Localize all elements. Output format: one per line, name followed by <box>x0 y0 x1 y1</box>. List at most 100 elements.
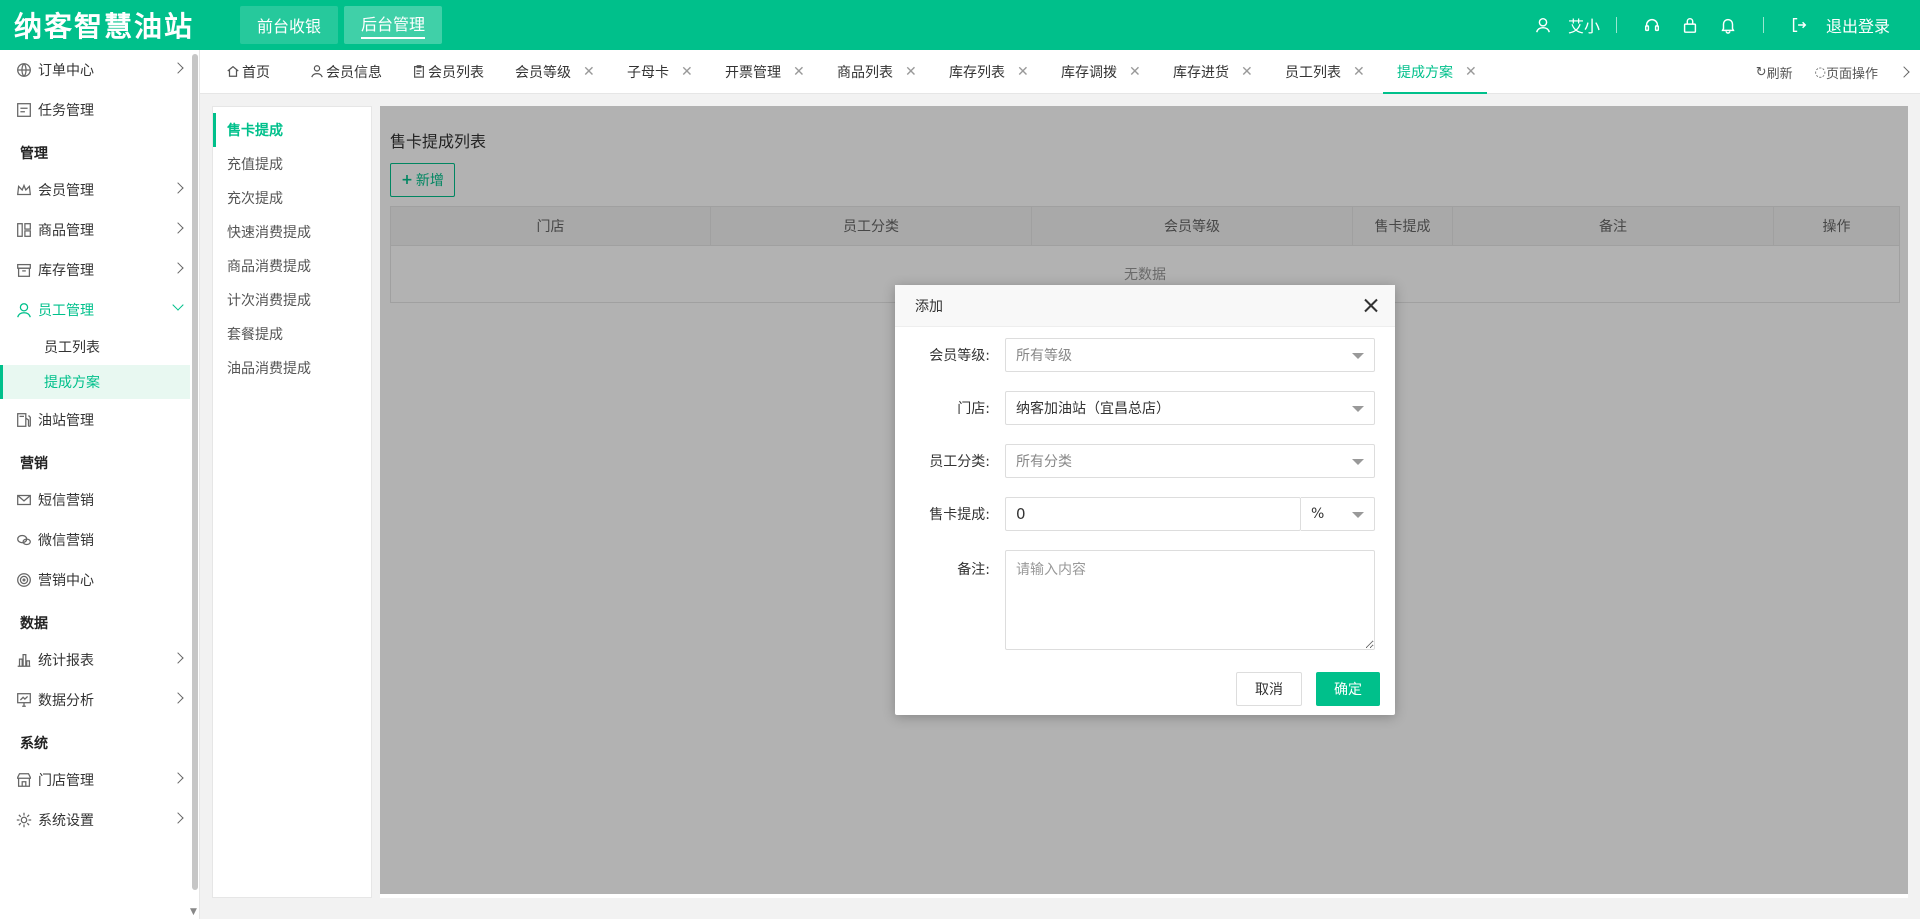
sidebar-item-label: 订单中心 <box>38 63 94 79</box>
sidebar-item-label: 短信营销 <box>38 493 94 509</box>
nav-package[interactable]: 套餐提成 <box>213 317 371 351</box>
nav-count[interactable]: 计次消费提成 <box>213 283 371 317</box>
tab-sub-card[interactable]: 子母卡 ✕ <box>627 50 693 94</box>
nav-quick[interactable]: 快速消费提成 <box>213 215 371 249</box>
sidebar-item-label: 营销中心 <box>38 573 94 589</box>
top-header: 纳客智慧油站 前台收银 后台管理 艾小 退出登录 <box>0 0 1920 50</box>
field-staff-type: 员工分类: 所有分类 <box>895 444 1395 478</box>
confirm-button[interactable]: 确定 <box>1316 672 1380 706</box>
sidebar-item-settings[interactable]: 系统设置 <box>0 802 190 838</box>
back-admin-label: 后台管理 <box>361 11 426 39</box>
headset-icon[interactable] <box>1641 14 1663 36</box>
store-icon <box>14 770 34 790</box>
sidebar-item-wechat[interactable]: 微信营销 <box>0 522 190 558</box>
logout-label: 退出登录 <box>1825 17 1890 36</box>
front-cashier-button[interactable]: 前台收银 <box>240 6 339 44</box>
tab-stock-list[interactable]: 库存列表 ✕ <box>949 50 1029 94</box>
close-icon[interactable]: ✕ <box>1465 64 1477 80</box>
tab-stock-purchase[interactable]: 库存进货 ✕ <box>1173 50 1253 94</box>
unit-select[interactable]: % <box>1301 497 1375 531</box>
staff-type-select[interactable]: 所有分类 <box>1005 444 1375 478</box>
bell-icon[interactable] <box>1717 14 1739 36</box>
tab-label: 会员列表 <box>428 65 484 81</box>
sidebar-sub-commission[interactable]: 提成方案 <box>0 365 190 399</box>
add-dialog: 添加 会员等级: 所有等级 门店: 纳客加油站（宜昌总店） 员工分类: 所有分类… <box>895 285 1395 715</box>
nav-recount[interactable]: 充次提成 <box>213 181 371 215</box>
tab-member-list[interactable]: 会员列表 <box>412 50 484 94</box>
close-icon[interactable]: ✕ <box>1241 64 1253 80</box>
wechat-icon <box>14 530 34 550</box>
sidebar-item-member[interactable]: 会员管理 <box>0 172 190 208</box>
sidebar-item-label: 微信营销 <box>38 533 94 549</box>
sidebar-item-staff[interactable]: 员工管理 <box>0 292 190 328</box>
dialog-title: 添加 <box>915 298 943 315</box>
nav-oil[interactable]: 油品消费提成 <box>213 351 371 385</box>
tab-commission[interactable]: 提成方案 ✕ <box>1383 50 1487 94</box>
caret-down-icon <box>1352 459 1364 465</box>
select-value: 所有等级 <box>1016 348 1072 364</box>
tab-staff-list[interactable]: 员工列表 ✕ <box>1285 50 1365 94</box>
page-ops-button[interactable]: ◌ 页面操作 <box>1815 63 1878 82</box>
nav-recharge[interactable]: 充值提成 <box>213 147 371 181</box>
tab-member-level[interactable]: 会员等级 ✕ <box>515 50 595 94</box>
tab-label: 提成方案 <box>1397 65 1453 81</box>
close-icon[interactable]: ✕ <box>583 64 595 80</box>
sidebar-item-stock[interactable]: 库存管理 <box>0 252 190 288</box>
store-select[interactable]: 纳客加油站（宜昌总店） <box>1005 391 1375 425</box>
nav-card-sale[interactable]: 售卡提成 <box>213 113 371 147</box>
sidebar-item-sms[interactable]: 短信营销 <box>0 482 190 518</box>
chevron-right-icon <box>172 182 184 194</box>
chevron-right-icon <box>172 62 184 74</box>
back-admin-button[interactable]: 后台管理 <box>344 6 443 44</box>
page-ops-icon: ◌ <box>1814 64 1826 80</box>
close-icon[interactable] <box>1361 296 1381 316</box>
tab-stock-transfer[interactable]: 库存调拨 ✕ <box>1061 50 1141 94</box>
sidebar-item-marketing-center[interactable]: 营销中心 <box>0 562 190 598</box>
commission-input[interactable] <box>1005 497 1301 531</box>
close-icon[interactable]: ✕ <box>1353 64 1365 80</box>
user-menu[interactable]: 艾小 <box>1524 13 1600 37</box>
sidebar-item-task[interactable]: 任务管理 <box>0 92 190 128</box>
refresh-label: 刷新 <box>1766 66 1793 82</box>
target-icon <box>14 570 34 590</box>
cancel-button[interactable]: 取消 <box>1236 672 1302 706</box>
sidebar-item-stats[interactable]: 统计报表 <box>0 642 190 678</box>
sidebar-item-label: 商品管理 <box>38 223 94 239</box>
chevron-right-icon[interactable] <box>1898 66 1910 78</box>
field-commission: 售卡提成: % <box>895 497 1395 531</box>
commission-type-nav: 售卡提成 充值提成 充次提成 快速消费提成 商品消费提成 计次消费提成 套餐提成… <box>212 106 372 898</box>
tab-label: 开票管理 <box>725 65 781 81</box>
divider <box>1615 17 1617 33</box>
field-label: 会员等级: <box>929 348 990 364</box>
field-label: 员工分类: <box>929 454 990 470</box>
tab-goods-list[interactable]: 商品列表 ✕ <box>837 50 917 94</box>
tab-label: 库存调拨 <box>1061 65 1117 81</box>
nav-goods[interactable]: 商品消费提成 <box>213 249 371 283</box>
sidebar-item-station[interactable]: 油站管理 <box>0 402 190 438</box>
scroll-down-arrow-icon[interactable]: ▼ <box>190 907 197 917</box>
close-icon[interactable]: ✕ <box>681 64 693 80</box>
tab-member-info[interactable]: 会员信息 <box>310 50 382 94</box>
sidebar-item-order[interactable]: 订单中心 <box>0 52 190 88</box>
lock-icon[interactable] <box>1679 14 1701 36</box>
user-name: 艾小 <box>1567 17 1600 36</box>
refresh-button[interactable]: ↻ 刷新 <box>1756 63 1793 82</box>
close-icon[interactable]: ✕ <box>905 64 917 80</box>
logout-button[interactable]: 退出登录 <box>1780 13 1890 37</box>
close-icon[interactable]: ✕ <box>1129 64 1141 80</box>
sidebar-scrollbar[interactable] <box>192 54 198 890</box>
close-icon[interactable]: ✕ <box>1017 64 1029 80</box>
select-value: 所有分类 <box>1016 454 1072 470</box>
close-icon[interactable]: ✕ <box>793 64 805 80</box>
sidebar-item-goods[interactable]: 商品管理 <box>0 212 190 248</box>
remark-textarea[interactable] <box>1005 550 1375 650</box>
chevron-right-icon <box>172 262 184 274</box>
sidebar-sub-staff-list[interactable]: 员工列表 <box>0 330 190 364</box>
member-level-select[interactable]: 所有等级 <box>1005 338 1375 372</box>
sidebar-item-store[interactable]: 门店管理 <box>0 762 190 798</box>
sidebar-item-analysis[interactable]: 数据分析 <box>0 682 190 718</box>
tab-label: 会员等级 <box>515 65 571 81</box>
tab-home[interactable]: 首页 <box>226 50 270 94</box>
sidebar-item-label: 门店管理 <box>38 773 94 789</box>
tab-invoice[interactable]: 开票管理 ✕ <box>725 50 805 94</box>
